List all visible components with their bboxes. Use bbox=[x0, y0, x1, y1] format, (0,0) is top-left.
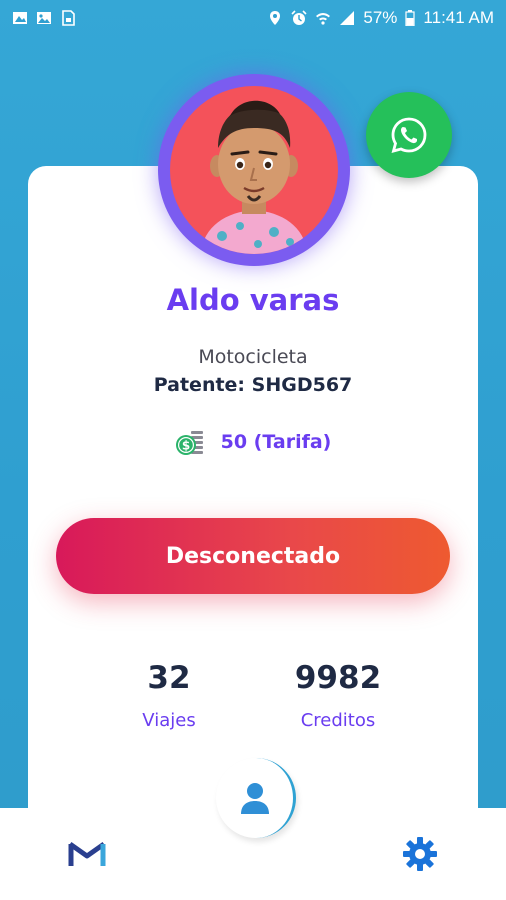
alarm-icon bbox=[291, 10, 307, 25]
status-left-icons bbox=[12, 10, 76, 26]
trips-stat: 32 Viajes bbox=[74, 660, 264, 731]
status-right-icons: 57% 11:41 AM bbox=[267, 8, 494, 28]
avatar-illustration bbox=[200, 100, 308, 254]
avatar[interactable] bbox=[170, 86, 338, 254]
status-bar: 57% 11:41 AM bbox=[0, 0, 506, 36]
photo-icon bbox=[13, 12, 27, 24]
whatsapp-icon bbox=[391, 117, 427, 153]
location-icon bbox=[270, 11, 281, 25]
coins-icon: $ bbox=[175, 431, 203, 455]
credits-label: Creditos bbox=[300, 710, 376, 731]
profile-button[interactable] bbox=[216, 758, 296, 838]
whatsapp-button[interactable] bbox=[366, 92, 452, 178]
trips-count: 32 bbox=[147, 660, 191, 696]
image-icon bbox=[37, 12, 51, 24]
wifi-icon bbox=[316, 13, 331, 25]
connection-status-button[interactable]: Desconectado bbox=[56, 518, 450, 594]
credits-stat: 9982 Creditos bbox=[243, 660, 433, 731]
vehicle-type: Motocicleta bbox=[198, 346, 308, 368]
mail-icon[interactable] bbox=[68, 840, 106, 868]
driver-profile-screen: 57% 11:41 AM Aldo varas Motocicleta Pate… bbox=[0, 0, 506, 900]
fare-value: 50 (Tarifa) bbox=[220, 431, 332, 453]
settings-icon[interactable] bbox=[402, 836, 438, 872]
license-plate: Patente: SHGD567 bbox=[153, 374, 353, 396]
battery-icon bbox=[405, 10, 416, 26]
svg-text:$: $ bbox=[181, 439, 189, 453]
user-icon bbox=[240, 783, 269, 814]
battery-percent: 57% bbox=[363, 8, 398, 27]
credits-count: 9982 bbox=[294, 660, 382, 696]
trips-label: Viajes bbox=[142, 710, 196, 731]
driver-name: Aldo varas bbox=[166, 283, 340, 317]
clock: 11:41 AM bbox=[423, 8, 494, 27]
signal-icon bbox=[340, 11, 355, 25]
fare-row: $ 50 (Tarifa) bbox=[0, 428, 506, 456]
sim-icon bbox=[62, 10, 75, 26]
